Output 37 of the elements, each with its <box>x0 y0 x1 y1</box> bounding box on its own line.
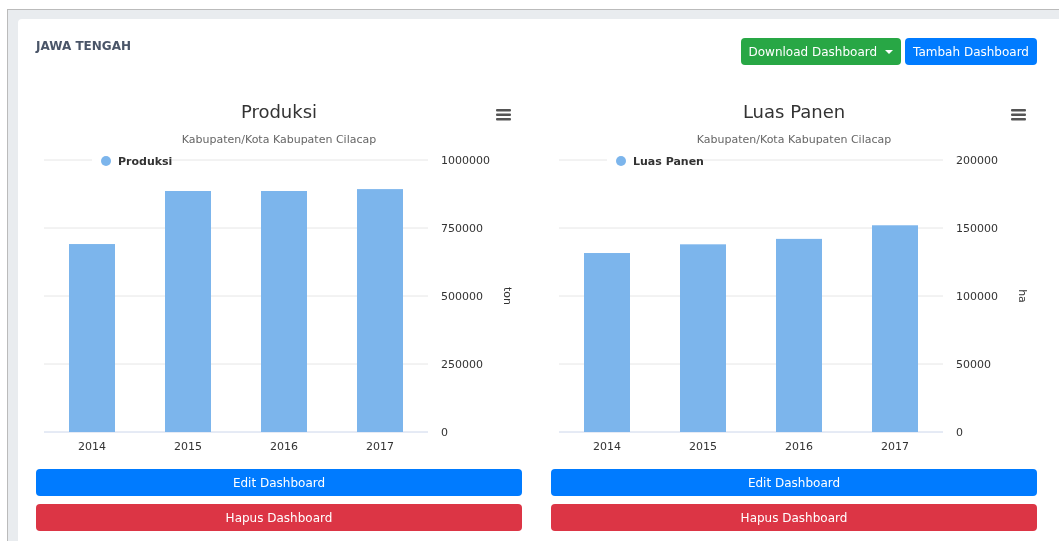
chart-subtitle: Kabupaten/Kota Kabupaten Cilacap <box>181 133 377 146</box>
axis-tick-label: 750000 <box>441 222 483 235</box>
axis-tick-label: 2014 <box>593 440 621 453</box>
axis-tick-label: 2014 <box>78 440 106 453</box>
legend-label: Produksi <box>118 155 173 168</box>
edit-dashboard-button[interactable]: Edit Dashboard <box>551 469 1037 496</box>
menu-icon[interactable] <box>1011 109 1026 121</box>
chart-subtitle: Kabupaten/Kota Kabupaten Cilacap <box>696 133 892 146</box>
delete-dashboard-button[interactable]: Hapus Dashboard <box>36 504 522 531</box>
axis-tick-label: 2016 <box>785 440 813 453</box>
axis-tick-label: 2017 <box>881 440 909 453</box>
delete-dashboard-button[interactable]: Hapus Dashboard <box>551 504 1037 531</box>
axis-tick-label: 150000 <box>956 222 998 235</box>
download-dropdown-button[interactable]: Download Dashboard <box>740 38 902 65</box>
add-dashboard-button[interactable]: Tambah Dashboard <box>905 38 1037 65</box>
axis-tick-label: 2016 <box>270 440 298 453</box>
axis-tick-label: 0 <box>441 426 448 439</box>
axis-title: ton <box>501 287 514 305</box>
axis-tick-label: 200000 <box>956 154 998 167</box>
axis-tick-label: 100000 <box>956 290 998 303</box>
axis-title: ha <box>1016 289 1029 303</box>
axis-tick-label: 1000000 <box>441 154 490 167</box>
axis-tick-label: 2015 <box>689 440 717 453</box>
chart-title: Produksi <box>240 101 318 122</box>
chart-title: Luas Panen <box>742 101 846 122</box>
axis-tick-label: 500000 <box>441 290 483 303</box>
region-title: JAWA TENGAH <box>36 38 131 55</box>
legend-item[interactable]: Produksi <box>92 154 173 168</box>
axis-tick-label: 2015 <box>174 440 202 453</box>
axis-tick-label: 0 <box>956 426 963 439</box>
axis-tick-label: 50000 <box>956 358 991 371</box>
legend-label: Luas Panen <box>633 155 704 168</box>
axis-tick-label: 250000 <box>441 358 483 371</box>
caret-icon <box>885 49 894 54</box>
edit-dashboard-button[interactable]: Edit Dashboard <box>36 469 522 496</box>
axis-tick-label: 2017 <box>366 440 394 453</box>
menu-icon[interactable] <box>496 109 511 121</box>
